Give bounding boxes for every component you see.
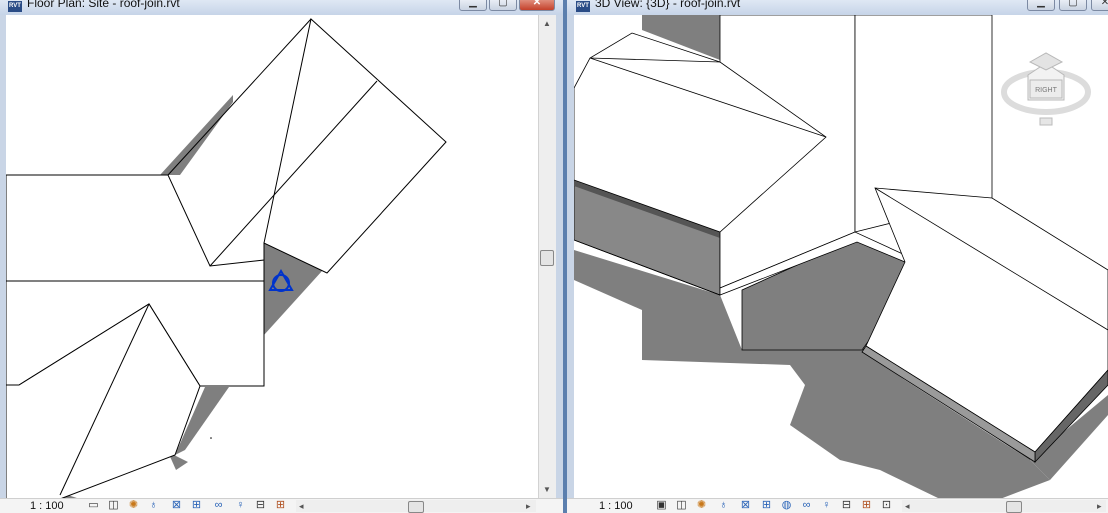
lock-3d-icon[interactable]: ⊟ — [254, 500, 267, 511]
reveal-hidden-icon[interactable]: ♀ — [234, 500, 247, 511]
visual-style-icon[interactable]: ▣ — [655, 500, 668, 511]
shadows-icon[interactable]: ♁ — [717, 500, 730, 511]
worksharing-icon[interactable]: ⊞ — [274, 500, 287, 511]
floor-plan-window[interactable]: RVT Floor Plan: Site - roof-join.rvt ▁ ▢… — [0, 0, 563, 513]
scroll-thumb[interactable] — [408, 501, 424, 513]
minimize-button[interactable]: ▁ — [459, 0, 487, 11]
roof-upper — [6, 18, 447, 282]
scroll-down-arrow[interactable]: ▼ — [540, 485, 554, 494]
view-control-bar: 1 : 100 ▭ ◫ ✺ ♁ ⊠ ⊞ ∞ ♀ ⊟ ⊞ ◂ ▸ — [0, 498, 563, 513]
scroll-right-arrow[interactable]: ▸ — [526, 500, 531, 512]
scale-label[interactable]: 1 : 100 — [30, 499, 64, 513]
render-icon[interactable]: ⊠ — [739, 500, 752, 511]
worksharing-icon[interactable]: ⊞ — [860, 500, 873, 511]
plan-region-icon[interactable]: ▭ — [87, 500, 100, 511]
temporary-hide-icon[interactable]: ∞ — [800, 500, 813, 511]
title-bar[interactable]: RVT Floor Plan: Site - roof-join.rvt ▁ ▢… — [0, 0, 563, 15]
vertical-scrollbar[interactable]: ▲ ▼ — [538, 15, 556, 499]
window-title: Floor Plan: Site - roof-join.rvt — [27, 0, 180, 10]
scroll-thumb[interactable] — [540, 250, 554, 266]
revit-file-icon: RVT — [8, 1, 22, 12]
3d-view-window[interactable]: RVT 3D View: {3D} - roof-join.rvt ▁ ▢ ✕ — [567, 0, 1108, 513]
temporary-hide-icon[interactable]: ∞ — [212, 500, 225, 511]
revit-file-icon: RVT — [576, 1, 590, 12]
crop-region-icon[interactable]: ⊞ — [760, 500, 773, 511]
horizontal-scrollbar[interactable]: ◂ ▸ — [902, 500, 1106, 513]
view-cube-icon[interactable]: ◫ — [675, 500, 688, 511]
show-crop-icon[interactable]: ⊞ — [190, 500, 203, 511]
scroll-right-arrow[interactable]: ▸ — [1097, 500, 1102, 512]
scroll-left-arrow[interactable]: ◂ — [299, 500, 304, 512]
horizontal-scrollbar[interactable]: ◂ ▸ — [296, 500, 536, 513]
scale-label[interactable]: 1 : 100 — [599, 499, 633, 513]
minimize-button[interactable]: ▁ — [1027, 0, 1055, 11]
crop-region-icon[interactable]: ⊠ — [170, 500, 183, 511]
show-crop-icon[interactable]: ◍ — [780, 500, 793, 511]
scroll-thumb[interactable] — [1006, 501, 1022, 513]
scroll-up-arrow[interactable]: ▲ — [540, 19, 554, 28]
close-button[interactable]: ✕ — [1091, 0, 1108, 11]
analysis-icon[interactable]: ⊡ — [880, 500, 893, 511]
view-cube[interactable]: RIGHT — [1001, 52, 1091, 126]
close-button[interactable]: ✕ — [519, 0, 555, 11]
sun-path-icon[interactable]: ✺ — [695, 500, 708, 511]
shadows-icon[interactable]: ♁ — [147, 500, 160, 511]
sun-path-icon[interactable]: ✺ — [127, 500, 140, 511]
roof-shadow — [160, 95, 233, 175]
maximize-button[interactable]: ▢ — [489, 0, 517, 11]
reveal-hidden-icon[interactable]: ♀ — [820, 500, 833, 511]
window-title: 3D View: {3D} - roof-join.rvt — [595, 0, 741, 10]
title-bar[interactable]: RVT 3D View: {3D} - roof-join.rvt ▁ ▢ ✕ — [567, 0, 1108, 15]
maximize-button[interactable]: ▢ — [1059, 0, 1087, 11]
3d-canvas[interactable]: RIGHT — [574, 15, 1108, 499]
lock-3d-icon[interactable]: ⊟ — [840, 500, 853, 511]
view-control-bar: 1 : 100 ▣ ◫ ✺ ♁ ⊠ ⊞ ◍ ∞ ♀ ⊟ ⊞ ⊡ ◂ ▸ — [567, 498, 1108, 513]
plan-canvas[interactable] — [6, 15, 538, 499]
scroll-left-arrow[interactable]: ◂ — [905, 500, 910, 512]
view-cube-icon[interactable]: ◫ — [107, 500, 120, 511]
view-cube-face-label[interactable]: RIGHT — [1035, 87, 1058, 94]
